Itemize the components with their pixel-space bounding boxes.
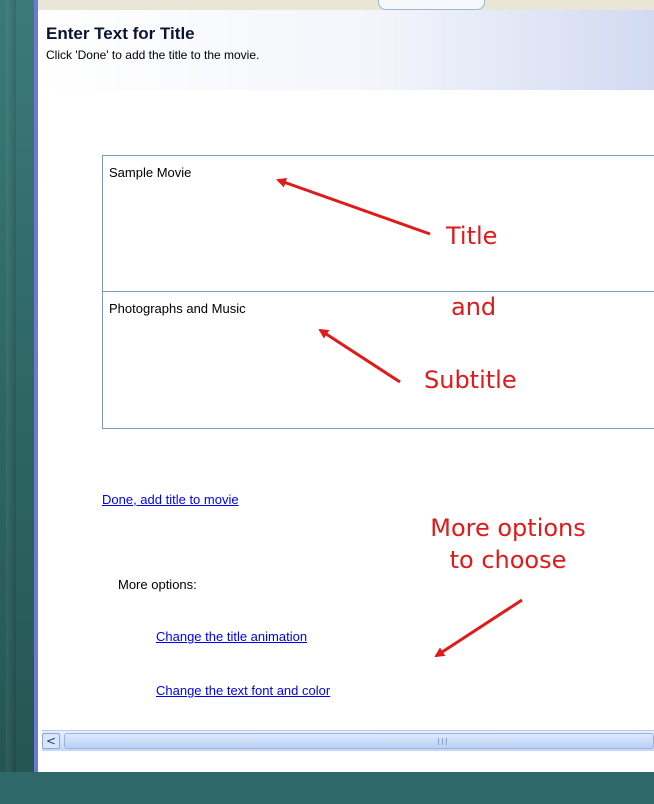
top-tab[interactable] <box>378 0 485 10</box>
scrollbar-grip-icon: III <box>437 737 449 748</box>
subtitle-text-input[interactable]: Photographs and Music <box>102 291 654 429</box>
change-font-color-link[interactable]: Change the text font and color <box>156 683 330 698</box>
desktop-background <box>0 0 34 804</box>
annotation-more-options: More options to choose <box>388 512 628 576</box>
page-title: Enter Text for Title <box>46 24 195 43</box>
scrollbar-thumb[interactable]: III <box>64 733 654 749</box>
annotation-more-options-line1: More options <box>430 514 586 542</box>
pane-header: Enter Text for Title Click 'Done' to add… <box>38 10 654 90</box>
annotation-subtitle: Subtitle <box>424 366 517 394</box>
annotation-title: Title <box>446 222 498 250</box>
annotation-and: and <box>451 293 497 321</box>
change-title-animation-link[interactable]: Change the title animation <box>156 629 307 644</box>
annotation-more-options-line2: to choose <box>449 546 567 574</box>
pane-footer <box>42 751 654 772</box>
top-tab-strip <box>38 0 654 10</box>
scroll-left-arrow-icon[interactable]: < <box>42 733 60 749</box>
desktop-background-bottom <box>0 772 654 804</box>
page-instructions: Click 'Done' to add the title to the mov… <box>46 48 260 62</box>
title-editor-pane: Enter Text for Title Click 'Done' to add… <box>34 0 654 772</box>
done-add-title-link[interactable]: Done, add title to movie <box>102 492 239 507</box>
horizontal-scrollbar[interactable]: < III <box>42 730 654 751</box>
title-text-input[interactable]: Sample Movie <box>102 155 654 293</box>
more-options-label: More options: <box>118 577 197 592</box>
